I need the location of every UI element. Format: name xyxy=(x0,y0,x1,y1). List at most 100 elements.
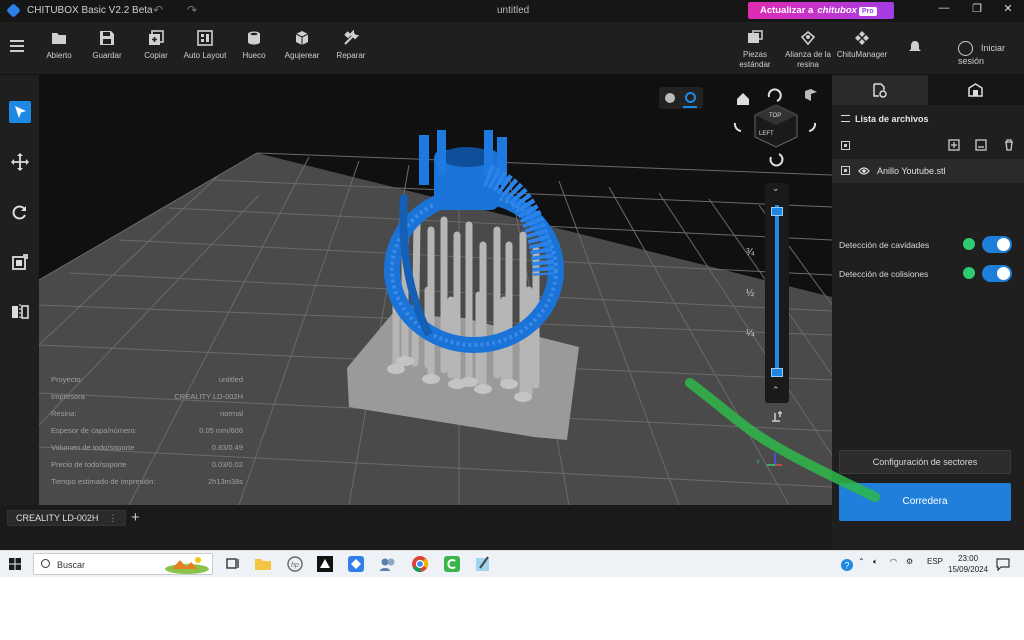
layout-icon xyxy=(197,30,213,46)
standard-parts-button[interactable]: Piezas estándar xyxy=(727,30,783,70)
people-app-icon[interactable] xyxy=(377,554,399,574)
delete-icon[interactable] xyxy=(1003,139,1015,151)
save-button[interactable]: Guardar xyxy=(79,30,135,60)
volume-icon[interactable]: 🔈︎ xyxy=(873,557,878,567)
copy-label: Copiar xyxy=(144,51,168,60)
printer-tab-menu-icon[interactable]: ⋮ xyxy=(108,513,117,523)
notepad-app-icon[interactable] xyxy=(472,554,494,574)
clock-time: 23:00 xyxy=(958,554,979,563)
add-file-icon[interactable] xyxy=(948,139,960,151)
drill-icon xyxy=(295,31,309,45)
status-ok-icon xyxy=(963,238,975,250)
taskbar-search-box[interactable]: Buscar xyxy=(33,553,213,575)
move-tool-button[interactable] xyxy=(9,151,31,173)
select-tool-icon xyxy=(15,106,26,118)
slider-label-three-quarters: ¾ xyxy=(746,247,755,258)
file-name: Anillo Youtube.stl xyxy=(877,166,946,176)
right-panel-tabs xyxy=(832,75,1024,105)
slider-up-chevron-icon[interactable]: ⌄ xyxy=(772,183,780,194)
camtasia-app-icon[interactable] xyxy=(441,554,463,574)
notification-bell-icon[interactable] xyxy=(908,40,922,54)
info-row: Volumen de todo/soporte 0.83/0.49 xyxy=(51,443,243,460)
inkscape-app-icon[interactable] xyxy=(314,554,336,574)
rotate-down-icon[interactable] xyxy=(769,153,784,167)
copy-button[interactable]: Copiar xyxy=(128,30,184,60)
hp-app-icon[interactable]: hp xyxy=(284,554,306,574)
add-printer-tab-button[interactable]: + xyxy=(131,509,140,526)
collision-detection-row: Detección de colisiones xyxy=(839,264,1019,284)
list-icon xyxy=(841,115,850,122)
layer-slider[interactable]: ⌄ ⌃ xyxy=(765,183,789,403)
printer-tab-label: CREALITY LD-002H xyxy=(16,513,99,523)
rotate-left-icon[interactable] xyxy=(733,122,742,132)
chitumanager-button[interactable]: ChituManager xyxy=(834,30,890,60)
slider-track xyxy=(775,205,779,375)
main-toolbar: Abierto Guardar Copiar Auto Layout Hueco… xyxy=(0,22,1024,75)
project-info-panel: Proyecto: untitled Impresora CREALITY LD-0… xyxy=(51,375,243,494)
windows-start-icon[interactable] xyxy=(9,558,21,570)
resin-alliance-button[interactable]: Alianza de la resina xyxy=(780,30,836,70)
info-value: normal xyxy=(220,409,243,418)
eye-icon[interactable] xyxy=(858,166,870,176)
title-bar: CHITUBOX Basic V2.2 Beta ↶ ↷ untitled Ac… xyxy=(0,0,1024,22)
wifi-icon[interactable]: ◠ xyxy=(890,557,897,566)
document-title: untitled xyxy=(497,5,530,16)
render-mode-toggle[interactable] xyxy=(659,87,703,109)
minimize-icon[interactable]: — xyxy=(934,2,954,14)
cavity-detection-toggle[interactable] xyxy=(982,236,1012,253)
network-icon[interactable]: ⚙︎ xyxy=(906,557,913,566)
tray-chevron-icon[interactable]: ⌃ xyxy=(858,557,865,566)
language-indicator[interactable]: ESP xyxy=(927,557,943,566)
export-file-icon[interactable] xyxy=(975,139,987,151)
drill-button[interactable]: Agujerear xyxy=(274,30,330,60)
file-explorer-icon[interactable] xyxy=(252,554,274,574)
rotate-up-icon[interactable] xyxy=(767,88,782,102)
left-toolbar xyxy=(0,75,39,505)
mirror-tool-button[interactable] xyxy=(9,301,31,323)
tab-printer-settings[interactable] xyxy=(928,75,1024,105)
file-checkbox[interactable] xyxy=(841,166,850,175)
collision-detection-toggle[interactable] xyxy=(982,265,1012,282)
chitubox-logo-icon xyxy=(6,3,21,18)
home-view-icon[interactable] xyxy=(737,93,749,105)
hamburger-menu-icon[interactable] xyxy=(10,40,24,52)
info-key: Precio de todo/soporte xyxy=(51,460,127,469)
select-tool-button[interactable] xyxy=(9,101,31,123)
repair-icon xyxy=(344,30,359,45)
undo-icon[interactable]: ↶ xyxy=(153,3,163,17)
repair-label: Reparar xyxy=(336,51,366,60)
folder-icon xyxy=(52,33,66,44)
slider-top-handle[interactable] xyxy=(771,207,783,216)
tab-file-list[interactable] xyxy=(832,75,928,105)
auto-layout-button[interactable]: Auto Layout xyxy=(177,30,233,60)
chitumanager-label: ChituManager xyxy=(836,50,888,59)
notifications-icon[interactable] xyxy=(996,557,1010,571)
select-all-checkbox[interactable] xyxy=(841,141,850,150)
login-button[interactable]: Iniciar sesión xyxy=(958,41,1024,66)
rotate-tool-button[interactable] xyxy=(9,201,31,223)
repair-button[interactable]: Reparar xyxy=(323,30,379,60)
solid-view-icon[interactable] xyxy=(665,93,675,103)
help-tray-icon[interactable]: ? xyxy=(840,558,854,572)
scale-tool-button[interactable] xyxy=(9,251,31,273)
maximize-icon[interactable]: ❐ xyxy=(967,2,987,15)
file-list-title-text: Lista de archivos xyxy=(855,114,929,124)
navigation-cube[interactable]: TOP LEFT xyxy=(731,85,821,170)
taskbar-clock[interactable]: 23:00 15/09/2024 xyxy=(948,553,988,575)
active-mode-indicator xyxy=(683,106,697,108)
upgrade-pro-button[interactable]: Actualizar a chitubox Pro xyxy=(748,2,894,19)
iso-view-icon[interactable] xyxy=(805,89,817,101)
chrome-icon[interactable] xyxy=(409,554,431,574)
close-icon[interactable]: ✕ xyxy=(998,2,1018,15)
file-settings-icon xyxy=(873,83,887,98)
info-row: Tiempo estimado de impresión: 2h13m38s xyxy=(51,477,243,494)
redo-icon[interactable]: ↷ xyxy=(187,3,197,17)
task-view-icon[interactable] xyxy=(222,554,244,574)
printer-tab[interactable]: CREALITY LD-002H ⋮ xyxy=(7,510,127,526)
xray-view-icon[interactable] xyxy=(685,92,696,103)
file-list-item[interactable]: Anillo Youtube.stl xyxy=(832,159,1024,183)
chitumanager-icon xyxy=(855,31,869,45)
annotation-scribble xyxy=(685,378,880,502)
rotate-right-icon[interactable] xyxy=(808,122,817,132)
chitubox-taskbar-icon[interactable] xyxy=(345,554,367,574)
